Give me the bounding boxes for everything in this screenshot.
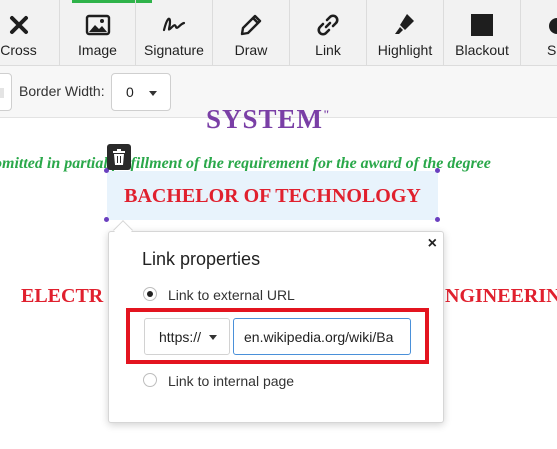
doc-title-mark: " <box>323 107 331 121</box>
tool-draw[interactable]: Draw <box>213 0 290 66</box>
radio-external-url-label[interactable]: Link to external URL <box>168 287 295 303</box>
close-icon[interactable]: × <box>428 235 437 253</box>
tool-link[interactable]: Link <box>290 0 367 66</box>
link-icon <box>315 12 341 38</box>
tool-cross-label: Cross <box>0 42 37 58</box>
cross-icon <box>6 12 32 38</box>
popup-title: Link properties <box>142 249 261 269</box>
resize-handle-bottom-right[interactable] <box>435 217 440 222</box>
border-width-select[interactable]: 0 <box>111 73 171 111</box>
doc-dept-left: ELECTR <box>21 285 104 307</box>
highlighter-icon <box>392 12 418 38</box>
url-input[interactable] <box>233 318 411 355</box>
chevron-down-icon <box>209 335 217 340</box>
tool-shape-label: Sha <box>547 42 557 58</box>
image-icon <box>85 12 111 38</box>
pencil-icon <box>238 12 264 38</box>
radio-external-url[interactable] <box>143 287 157 301</box>
tool-link-label: Link <box>315 42 341 58</box>
chevron-down-icon <box>149 91 157 96</box>
radio-internal-page[interactable] <box>143 373 157 387</box>
tool-blackout-label: Blackout <box>455 42 509 58</box>
doc-degree-text: BACHELOR OF TECHNOLOGY <box>124 185 421 207</box>
signature-icon <box>161 12 187 38</box>
tool-cross[interactable]: Cross <box>0 0 60 66</box>
border-width-label: Border Width: <box>19 83 105 99</box>
tool-draw-label: Draw <box>234 42 268 58</box>
blackout-icon <box>469 12 495 38</box>
toolbar: Cross Image Signature Draw Link Highligh… <box>0 0 557 66</box>
border-width-value: 0 <box>126 84 134 100</box>
tool-image-label: Image <box>78 42 117 58</box>
protocol-value: https:// <box>159 329 202 345</box>
tool-image[interactable]: Image <box>60 0 136 66</box>
tool-signature-label: Signature <box>144 42 204 58</box>
delete-button[interactable] <box>107 144 131 170</box>
tool-blackout[interactable]: Blackout <box>444 0 521 66</box>
doc-dept-right: NGINEERIN <box>445 285 557 307</box>
resize-handle-top-right[interactable] <box>435 168 440 173</box>
radio-internal-page-label[interactable]: Link to internal page <box>168 373 294 389</box>
resize-handle-bottom-left[interactable] <box>104 217 109 222</box>
trash-icon <box>113 149 125 165</box>
doc-title: SYSTEM" <box>206 104 406 135</box>
protocol-select[interactable]: https:// <box>144 318 230 355</box>
tool-signature[interactable]: Signature <box>136 0 213 66</box>
tool-highlight[interactable]: Highlight <box>367 0 444 66</box>
tool-highlight-label: Highlight <box>377 42 433 58</box>
doc-title-text: SYSTEM <box>206 104 324 134</box>
shape-icon <box>547 12 557 38</box>
tool-shape[interactable]: Sha <box>521 0 557 66</box>
color-swatch <box>0 88 4 98</box>
selected-link-area[interactable]: BACHELOR OF TECHNOLOGY <box>107 171 438 220</box>
link-properties-popup: × Link properties Link to external URL h… <box>108 231 444 423</box>
